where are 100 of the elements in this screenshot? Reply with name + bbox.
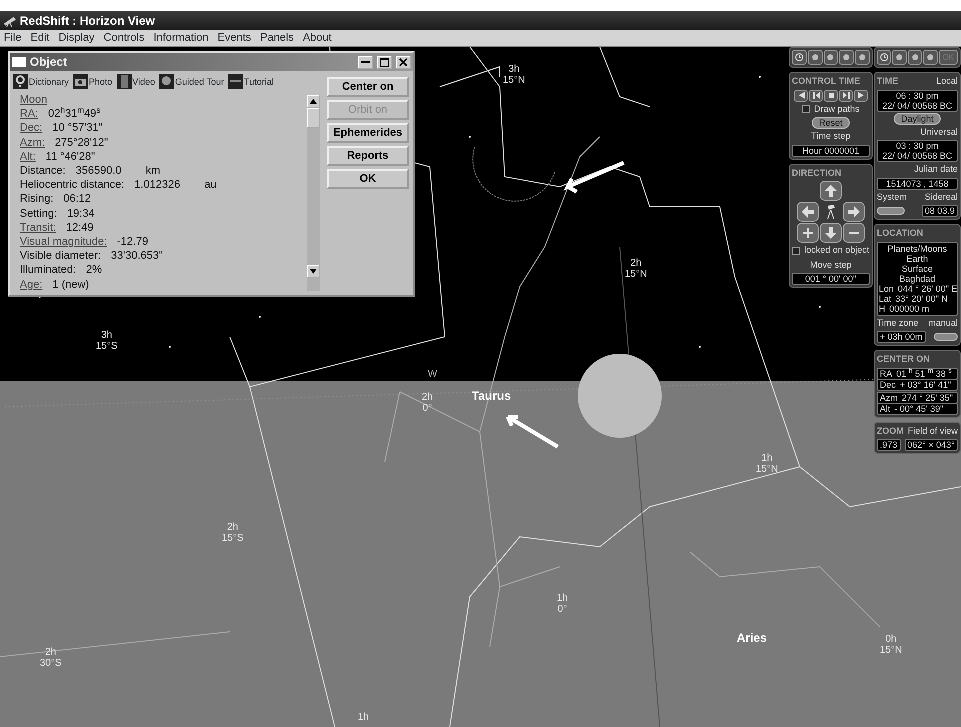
location-line: Planets/Moons xyxy=(886,244,948,254)
playback-button[interactable] xyxy=(809,90,823,102)
clock-icon xyxy=(794,53,804,62)
toolbar-button[interactable]: Guided Tour xyxy=(159,74,224,89)
grid-dec-label: 15°S xyxy=(222,533,244,544)
draw-paths-checkbox[interactable] xyxy=(802,105,810,114)
toolbar-button[interactable] xyxy=(824,50,838,65)
info-label-link[interactable]: Transit: xyxy=(20,220,56,236)
dialog-button[interactable]: Ephemerides xyxy=(327,123,409,143)
panel-title: CONTROL TIME xyxy=(792,75,860,88)
coordinate-value: 044 ° 26' 00" E xyxy=(898,284,958,294)
location-line: Surface xyxy=(900,264,934,274)
toolbar-button[interactable] xyxy=(839,50,854,65)
step-forward-icon xyxy=(842,91,850,100)
field-label: manual xyxy=(928,316,958,330)
coordinate-value: 274 ° 25' 35" xyxy=(902,392,954,402)
coordinate-value: 33° 20' 00" N xyxy=(896,294,948,304)
dialog-button[interactable]: OK xyxy=(327,169,409,189)
field-label: Local xyxy=(936,75,958,88)
toolbar-button[interactable]: Tutorial xyxy=(228,74,274,89)
menu-item[interactable]: About xyxy=(303,30,332,46)
playback-button[interactable] xyxy=(854,90,868,102)
toolbar-button[interactable] xyxy=(808,50,823,65)
move-step-field[interactable]: 001 ° 00' 00'' xyxy=(792,273,870,285)
location-line: Baghdad xyxy=(898,274,937,284)
coordinate-value: 000000 m xyxy=(890,304,930,314)
left-arrow-icon xyxy=(801,205,815,219)
time-zone-field[interactable]: + 03h 00m xyxy=(877,331,926,343)
menu-item[interactable]: Events xyxy=(218,30,252,46)
info-label-link[interactable]: Visual magnitude: xyxy=(20,235,108,250)
scrollbar[interactable] xyxy=(307,95,320,291)
grid-ra-label: 2h xyxy=(44,647,58,658)
panel-title: DIRECTION xyxy=(792,166,842,180)
coordinate-label: Lon xyxy=(879,284,894,294)
grid-dec-label: 15°N xyxy=(756,464,778,475)
coordinate-label: Lat xyxy=(879,294,892,304)
info-label: Illuminated: xyxy=(20,263,76,278)
grid-dec-label: 0° xyxy=(557,604,568,615)
arrow-button[interactable] xyxy=(797,223,819,243)
checkbox-label: locked on object xyxy=(804,244,870,257)
dialog-button[interactable]: Center on xyxy=(327,77,409,97)
scroll-thumb[interactable] xyxy=(307,108,320,128)
manual-button[interactable] xyxy=(934,333,958,341)
field-of-view-field[interactable]: 062° × 043° xyxy=(904,439,958,451)
object-name-link[interactable]: Moon xyxy=(20,93,307,108)
arrow-button[interactable] xyxy=(843,223,865,243)
scroll-up-button[interactable] xyxy=(307,95,320,108)
arrow-button[interactable] xyxy=(843,202,865,222)
info-label-link[interactable]: Age: xyxy=(20,278,43,292)
arrow-button[interactable] xyxy=(820,223,842,243)
toolbar-button[interactable] xyxy=(877,50,892,65)
info-label-link[interactable]: Azm: xyxy=(20,136,46,150)
sun-disc-icon xyxy=(577,353,663,439)
scroll-down-button[interactable] xyxy=(307,265,320,278)
constellation-name: Aries xyxy=(737,633,768,644)
field-label: Move step xyxy=(810,258,852,272)
panel-title: ZOOM xyxy=(877,424,904,438)
info-label-link[interactable]: RA: xyxy=(20,107,38,122)
daylight-button[interactable]: Daylight xyxy=(894,112,941,124)
menu-item[interactable]: Controls xyxy=(104,30,145,46)
playback-button[interactable] xyxy=(824,90,838,102)
toolbar-button[interactable] xyxy=(792,50,807,65)
toolbar-button[interactable] xyxy=(855,50,870,65)
menu-item[interactable]: Panels xyxy=(260,30,294,46)
toolbar-button[interactable]: Photo xyxy=(73,74,113,89)
field-label: Time step xyxy=(811,130,851,143)
panel-title: LOCATION xyxy=(877,227,924,240)
toolbar-button[interactable] xyxy=(892,50,907,65)
up-arrow-icon xyxy=(824,184,838,198)
info-label-link[interactable]: Alt: xyxy=(20,150,36,164)
field-label: System xyxy=(877,190,908,204)
arrow-button[interactable] xyxy=(820,181,842,201)
minimize-button[interactable] xyxy=(358,56,373,68)
close-button[interactable] xyxy=(396,56,411,68)
system-button[interactable] xyxy=(877,207,905,215)
maximize-button[interactable] xyxy=(377,56,392,68)
clock-icon xyxy=(880,53,889,62)
info-value: 12:49 xyxy=(66,220,94,236)
playback-button[interactable] xyxy=(794,90,808,102)
dialog-button[interactable]: Reports xyxy=(327,146,409,166)
menu-item[interactable]: Display xyxy=(58,30,95,46)
menu-item[interactable]: Edit xyxy=(30,30,50,46)
arrow-button[interactable] xyxy=(797,202,819,222)
toolbar-button[interactable] xyxy=(908,50,922,65)
playback-button[interactable] xyxy=(839,90,853,102)
reset-button[interactable]: Reset xyxy=(812,117,850,129)
toolbar-button[interactable]: Dictionary xyxy=(13,74,70,89)
grid-dec-label: 15°N xyxy=(625,269,648,280)
julian-date-display: 1514073 , 1458 xyxy=(877,178,958,190)
locked-checkbox[interactable] xyxy=(792,246,800,255)
menu-item[interactable]: Information xyxy=(154,30,209,46)
menu-item[interactable]: File xyxy=(4,30,22,46)
time-step-field[interactable]: Hour 0000001 xyxy=(792,144,870,156)
toolbar-button[interactable] xyxy=(923,50,938,65)
info-label: Distance: xyxy=(20,164,66,178)
toolbar-button[interactable]: Video xyxy=(116,74,156,89)
zoom-field[interactable]: .973 xyxy=(877,439,901,451)
info-label-link[interactable]: Dec: xyxy=(20,121,43,136)
field-label: Field of view xyxy=(908,424,958,438)
camera-icon xyxy=(73,74,88,89)
